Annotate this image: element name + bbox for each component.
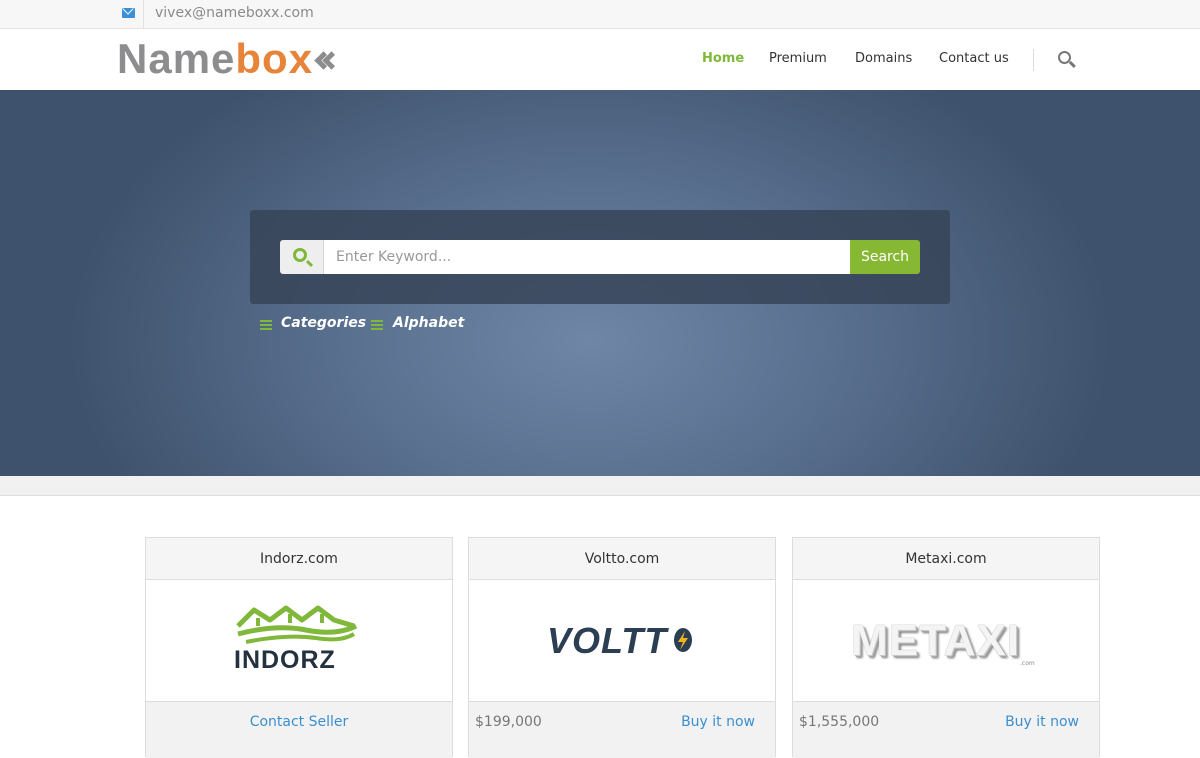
buy-it-now-link[interactable]: Buy it now — [681, 714, 755, 730]
nav-contact-us[interactable]: Contact us — [939, 51, 1009, 66]
domain-card: Indorz.com INDORZ Contact Seller — [145, 537, 453, 758]
domain-name[interactable]: Metaxi.com — [793, 538, 1099, 580]
logo-chevrons — [313, 47, 341, 77]
envelope-icon — [122, 8, 135, 18]
contact-seller-link[interactable]: Contact Seller — [146, 714, 452, 730]
hero-section: Search Categories Alphabet — [0, 90, 1200, 476]
search-icon — [293, 248, 307, 262]
divider — [143, 0, 144, 29]
voltto-logo-text: VOLTT — [547, 620, 668, 661]
domain-price: $1,555,000 — [799, 714, 880, 730]
domain-name[interactable]: Indorz.com — [146, 538, 452, 580]
lightning-bolt-icon — [674, 628, 692, 652]
domain-card: Voltto.com VOLTT $199,000 Buy it now — [468, 537, 776, 758]
domain-price: $199,000 — [475, 714, 542, 730]
site-logo[interactable]: Namebox — [117, 35, 341, 82]
metaxi-logo-subtext: .com — [1020, 660, 1035, 667]
indorz-logo-text: INDORZ — [234, 646, 336, 674]
keyword-search-input[interactable] — [324, 240, 850, 274]
buy-it-now-link[interactable]: Buy it now — [1005, 714, 1079, 730]
house-roof-icon — [236, 605, 358, 644]
card-footer: Contact Seller — [146, 701, 452, 758]
search-icon[interactable] — [1058, 51, 1071, 64]
categories-link[interactable]: Categories — [281, 315, 366, 331]
domain-logo[interactable]: INDORZ — [146, 580, 452, 701]
nav-divider — [1033, 49, 1034, 71]
contact-email[interactable]: vivex@nameboxx.com — [155, 5, 314, 21]
card-footer: $1,555,000 Buy it now — [793, 701, 1099, 758]
logo-box-part: box — [235, 35, 314, 82]
top-bar: vivex@nameboxx.com — [0, 0, 1200, 29]
search-button[interactable]: Search — [850, 240, 920, 274]
nav-home[interactable]: Home — [702, 51, 744, 66]
domain-card: Metaxi.com METAXI .com $1,555,000 Buy it… — [792, 537, 1100, 758]
metaxi-logo-text: METAXI — [851, 616, 1020, 665]
domain-name[interactable]: Voltto.com — [469, 538, 775, 580]
domain-logo[interactable]: VOLTT — [469, 580, 775, 701]
nav-domains[interactable]: Domains — [855, 51, 912, 66]
alphabet-link[interactable]: Alphabet — [393, 315, 464, 331]
section-divider — [0, 476, 1200, 496]
site-header: Namebox Home Premium Domains Contact us — [0, 29, 1200, 90]
menu-icon — [371, 320, 383, 330]
menu-icon — [260, 320, 272, 330]
domain-logo[interactable]: METAXI .com — [793, 580, 1099, 701]
nav-premium[interactable]: Premium — [769, 51, 827, 66]
logo-name-part: Name — [117, 35, 236, 82]
search-addon — [280, 240, 324, 274]
card-footer: $199,000 Buy it now — [469, 701, 775, 758]
search-panel: Search — [250, 210, 950, 304]
